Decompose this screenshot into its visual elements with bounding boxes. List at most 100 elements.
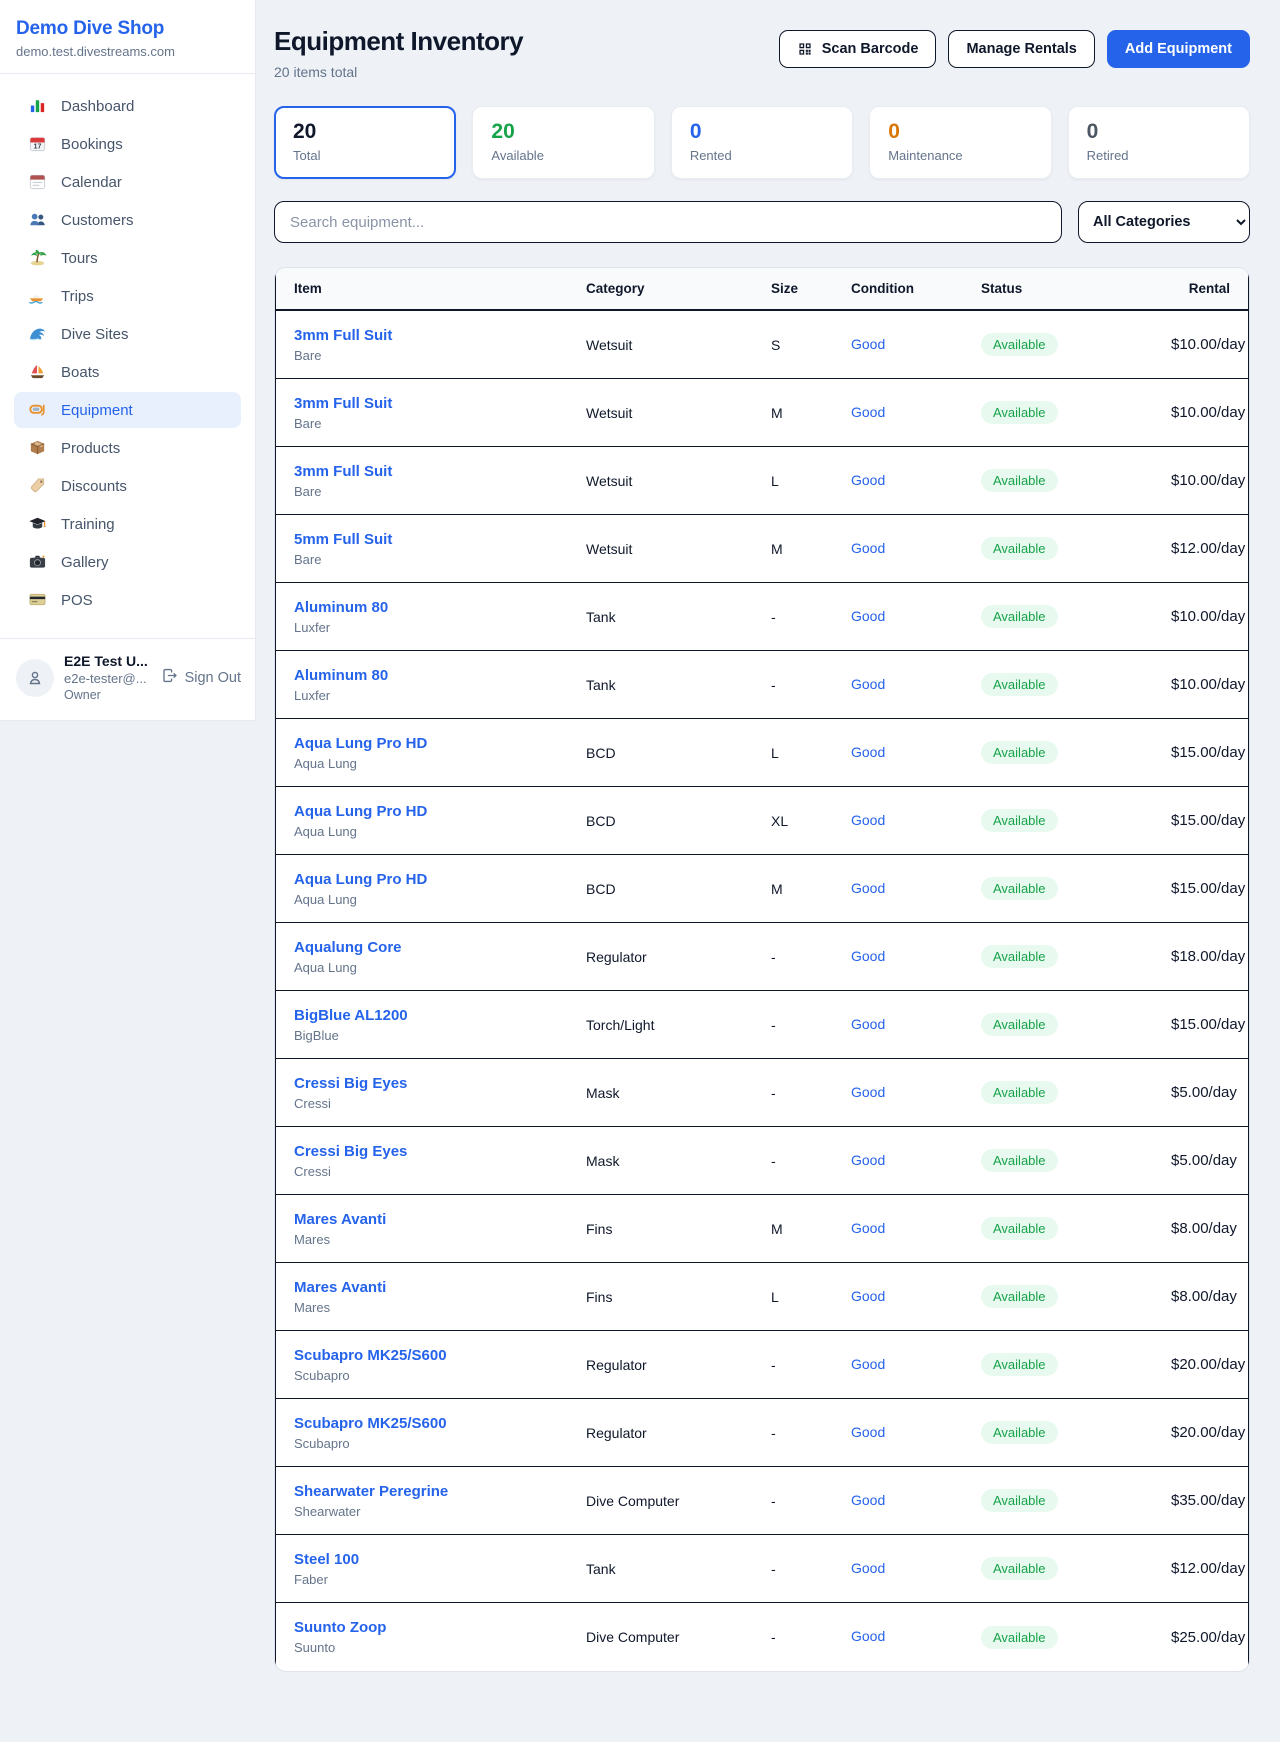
item-brand: Aqua Lung [294, 960, 586, 975]
item-link[interactable]: Aqua Lung Pro HD [294, 803, 427, 820]
item-category: Dive Computer [586, 1629, 771, 1645]
table-row: Cressi Big Eyes Cressi Mask - Good Avail… [275, 1127, 1249, 1195]
status-cell: Available [981, 469, 1171, 492]
item-link[interactable]: Cressi Big Eyes [294, 1143, 407, 1160]
item-link[interactable]: Cressi Big Eyes [294, 1075, 407, 1092]
stat-card-available[interactable]: 20 Available [472, 106, 654, 179]
item-link[interactable]: 3mm Full Suit [294, 395, 392, 412]
item-link[interactable]: 3mm Full Suit [294, 463, 392, 480]
sidebar-item-tours[interactable]: Tours [14, 240, 241, 276]
item-link[interactable]: Scubapro MK25/S600 [294, 1415, 447, 1432]
stat-card-maintenance[interactable]: 0 Maintenance [869, 106, 1051, 179]
condition-link[interactable]: Good [851, 880, 885, 896]
sidebar-item-bookings[interactable]: 17 Bookings [14, 126, 241, 162]
item-category: Fins [586, 1289, 771, 1305]
sidebar-item-boats[interactable]: Boats [14, 354, 241, 390]
item-link[interactable]: Aqua Lung Pro HD [294, 871, 427, 888]
condition-link[interactable]: Good [851, 1356, 885, 1372]
sign-out-button[interactable]: Sign Out [161, 667, 241, 688]
sidebar-item-customers[interactable]: Customers [14, 202, 241, 238]
add-equipment-button[interactable]: Add Equipment [1107, 30, 1250, 68]
status-badge: Available [981, 1149, 1058, 1172]
condition-link[interactable]: Good [851, 1016, 885, 1032]
stat-card-retired[interactable]: 0 Retired [1068, 106, 1250, 179]
condition-link[interactable]: Good [851, 608, 885, 624]
table-row: Aqua Lung Pro HD Aqua Lung BCD L Good Av… [275, 719, 1249, 787]
condition-link[interactable]: Good [851, 1220, 885, 1236]
sidebar-item-label: Equipment [61, 402, 133, 419]
status-cell: Available [981, 401, 1171, 424]
item-link[interactable]: 3mm Full Suit [294, 327, 392, 344]
condition-link[interactable]: Good [851, 812, 885, 828]
item-link[interactable]: Steel 100 [294, 1551, 359, 1568]
condition-link[interactable]: Good [851, 744, 885, 760]
dive-sites-icon [28, 324, 48, 344]
item-category: Tank [586, 1561, 771, 1577]
condition-link[interactable]: Good [851, 1424, 885, 1440]
condition-link[interactable]: Good [851, 472, 885, 488]
condition-link[interactable]: Good [851, 1152, 885, 1168]
sidebar-item-dive-sites[interactable]: Dive Sites [14, 316, 241, 352]
sidebar-item-dashboard[interactable]: Dashboard [14, 88, 241, 124]
stat-card-rented[interactable]: 0 Rented [671, 106, 853, 179]
item-link[interactable]: Aluminum 80 [294, 667, 388, 684]
table-body: 3mm Full Suit Bare Wetsuit S Good Availa… [275, 311, 1249, 1671]
table-row: Steel 100 Faber Tank - Good Available $1… [275, 1535, 1249, 1603]
item-link[interactable]: Suunto Zoop [294, 1619, 386, 1636]
condition-link[interactable]: Good [851, 1288, 885, 1304]
manage-rentals-button[interactable]: Manage Rentals [948, 30, 1094, 68]
sidebar-item-label: Dashboard [61, 98, 134, 115]
column-header-condition: Condition [851, 281, 981, 296]
item-cell: 3mm Full Suit Bare [294, 327, 586, 363]
sidebar-item-products[interactable]: Products [14, 430, 241, 466]
item-link[interactable]: BigBlue AL1200 [294, 1007, 408, 1024]
sidebar-item-training[interactable]: Training [14, 506, 241, 542]
item-link[interactable]: Mares Avanti [294, 1211, 386, 1228]
condition-link[interactable]: Good [851, 540, 885, 556]
sidebar-item-gallery[interactable]: Gallery [14, 544, 241, 580]
category-select[interactable]: All Categories [1078, 201, 1250, 243]
trips-icon [28, 286, 48, 306]
sidebar-item-pos[interactable]: POS [14, 582, 241, 618]
item-size: M [771, 881, 851, 897]
condition-link[interactable]: Good [851, 948, 885, 964]
sidebar-item-equipment[interactable]: Equipment [14, 392, 241, 428]
item-category: Wetsuit [586, 337, 771, 353]
item-link[interactable]: 5mm Full Suit [294, 531, 392, 548]
scan-barcode-button[interactable]: Scan Barcode [779, 30, 937, 68]
condition-link[interactable]: Good [851, 676, 885, 692]
table-row: Cressi Big Eyes Cressi Mask - Good Avail… [275, 1059, 1249, 1127]
status-cell: Available [981, 1557, 1171, 1580]
item-link[interactable]: Shearwater Peregrine [294, 1483, 448, 1500]
condition-link[interactable]: Good [851, 1492, 885, 1508]
status-badge: Available [981, 605, 1058, 628]
item-link[interactable]: Aqualung Core [294, 939, 402, 956]
barcode-icon [797, 41, 813, 57]
condition-link[interactable]: Good [851, 1560, 885, 1576]
item-link[interactable]: Aluminum 80 [294, 599, 388, 616]
item-size: M [771, 541, 851, 557]
item-brand: Aqua Lung [294, 756, 586, 771]
condition-link[interactable]: Good [851, 404, 885, 420]
condition-link[interactable]: Good [851, 336, 885, 352]
item-link[interactable]: Mares Avanti [294, 1279, 386, 1296]
item-link[interactable]: Aqua Lung Pro HD [294, 735, 427, 752]
item-link[interactable]: Scubapro MK25/S600 [294, 1347, 447, 1364]
item-size: - [771, 949, 851, 965]
stat-card-total[interactable]: 20 Total [274, 106, 456, 179]
search-input[interactable] [274, 201, 1062, 243]
item-brand: Luxfer [294, 688, 586, 703]
brand-link[interactable]: Demo Dive Shop [16, 18, 239, 40]
item-rental: $10.00/day [1171, 676, 1245, 693]
equipment-table: ItemCategorySizeConditionStatusRental 3m… [274, 267, 1250, 1672]
item-category: Dive Computer [586, 1493, 771, 1509]
item-rental: $10.00/day [1171, 608, 1245, 625]
sidebar-item-trips[interactable]: Trips [14, 278, 241, 314]
status-badge: Available [981, 1557, 1058, 1580]
sidebar-item-calendar[interactable]: Calendar [14, 164, 241, 200]
sidebar-item-discounts[interactable]: Discounts [14, 468, 241, 504]
status-cell: Available [981, 333, 1171, 356]
products-icon [28, 438, 48, 458]
condition-link[interactable]: Good [851, 1084, 885, 1100]
condition-link[interactable]: Good [851, 1628, 885, 1644]
